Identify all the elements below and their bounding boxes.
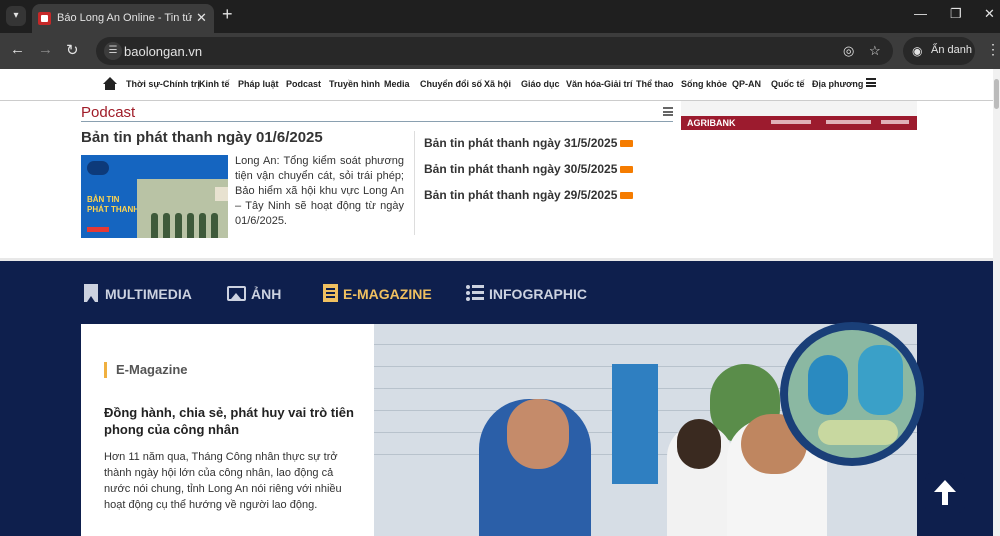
plus-icon[interactable]: + [222,4,233,25]
hamburger-menu-icon[interactable] [866,78,876,87]
tab-photo[interactable]: ẢNH [251,286,281,302]
nav-item[interactable]: Địa phương [812,79,863,89]
banner-sign [612,364,658,484]
star-icon[interactable]: ☆ [869,43,881,59]
ad-logo: AGRIBANK [687,118,736,128]
close-icon[interactable]: ✕ [196,10,207,26]
nav-item[interactable]: Quốc tế [771,79,805,89]
scrollbar-thumb[interactable] [994,79,999,109]
tab-emagazine[interactable]: E-MAGAZINE [343,286,432,302]
new-badge-icon [620,192,634,200]
magazine-icon [323,284,338,302]
scroll-to-top-button[interactable] [925,473,965,513]
page-scrollbar[interactable] [993,69,1000,536]
divider [414,131,415,235]
podcast-thumbnail[interactable]: BẢN TIN PHÁT THANH [81,155,228,238]
infographic-icon [466,285,484,301]
inset-photo [788,330,916,458]
home-icon[interactable] [103,77,117,91]
restore-icon[interactable]: ❐ [950,6,962,22]
list-item-label[interactable]: Bản tin phát thanh ngày 29/5/2025 [424,188,617,202]
image-icon [227,286,246,301]
nav-item[interactable]: Văn hóa-Giải trí [566,79,633,89]
section-title[interactable]: Podcast [81,104,135,121]
person-head [507,399,569,469]
menu-icon[interactable] [663,107,673,116]
nav-item[interactable]: Thời sự-Chính trị [126,79,200,89]
podcast-description: Long An: Tổng kiểm soát phương tiện vận … [235,155,404,227]
new-badge-icon [620,140,634,148]
bookmark-icon [84,284,98,302]
web-page: Thời sự-Chính trị Kinh tế Pháp luật Podc… [0,69,1000,536]
minimize-icon[interactable]: — [914,6,927,21]
nav-item[interactable]: Pháp luật [238,79,279,89]
window-close-icon[interactable]: ✕ [984,6,995,22]
nav-item[interactable]: Truyền hình [329,79,380,89]
tab-infographic[interactable]: INFOGRAPHIC [489,286,587,302]
browser-chrome: ▾ Báo Long An Online - Tin tức Lo ✕ + — … [0,0,1000,69]
kebab-menu-icon[interactable]: ⋮ [986,41,1000,58]
nav-item[interactable]: Podcast [286,79,321,89]
nav-item[interactable]: Thể thao [636,79,674,89]
tab-search-icon[interactable]: ▾ [6,6,26,26]
tab-title: Báo Long An Online - Tin tức Lo [57,12,192,24]
ad-banner[interactable]: AGRIBANK [681,101,917,130]
reload-icon[interactable]: ↻ [66,41,79,59]
nav-item[interactable]: QP-AN [732,79,761,89]
browser-toolbar: ← → ↻ ☰ baolongan.vn ◎ ☆ ◉ Ẩn danh ⋮ [0,33,1000,69]
tab-multimedia[interactable]: MULTIMEDIA [105,286,192,302]
nav-item[interactable]: Kinh tế [199,79,230,89]
incognito-button[interactable]: ◉ Ẩn danh [903,37,975,65]
incognito-label: Ẩn danh [931,44,972,56]
emagazine-tag: E-Magazine [104,362,188,378]
back-icon[interactable]: ← [10,41,25,58]
podcast-list-item[interactable]: Bản tin phát thanh ngày 31/5/2025 [424,136,634,150]
nav-item[interactable]: Sống khỏe [681,79,727,89]
podcast-main-title[interactable]: Bản tin phát thanh ngày 01/6/2025 [81,129,323,146]
nav-item[interactable]: Giáo dục [521,79,560,89]
url-text[interactable]: baolongan.vn [124,44,202,59]
browser-tab[interactable]: Báo Long An Online - Tin tức Lo ✕ [32,4,214,33]
site-info-icon[interactable]: ☰ [104,42,122,60]
nav-item[interactable]: Xã hội [484,79,511,89]
address-bar[interactable]: ☰ baolongan.vn ◎ ☆ [96,37,893,65]
incognito-icon: ◉ [912,44,923,58]
main-navigation: Thời sự-Chính trị Kinh tế Pháp luật Podc… [0,69,1000,101]
thumb-red-bar [87,227,109,232]
thumb-text: BẢN TIN [87,195,120,204]
person-head [677,419,721,469]
thumb-text: PHÁT THANH [87,205,139,214]
forward-icon[interactable]: → [38,41,53,58]
podcast-list-item[interactable]: Bản tin phát thanh ngày 29/5/2025 [424,188,634,202]
eye-off-icon[interactable]: ◎ [843,43,854,59]
favicon [38,12,51,25]
nav-item[interactable]: Chuyển đổi số [420,79,482,89]
list-item-label[interactable]: Bản tin phát thanh ngày 30/5/2025 [424,162,617,176]
emagazine-description: Hơn 11 năm qua, Tháng Công nhân thực sự … [104,451,342,511]
list-item-label[interactable]: Bản tin phát thanh ngày 31/5/2025 [424,136,617,150]
emagazine-title[interactable]: Đồng hành, chia sẻ, phát huy vai trò tiê… [104,404,354,438]
new-badge-icon [620,166,634,174]
emagazine-card[interactable]: E-Magazine Đồng hành, chia sẻ, phát huy … [81,324,374,536]
nav-item[interactable]: Media [384,79,410,89]
logo-badge [87,161,109,175]
tab-bar: ▾ Báo Long An Online - Tin tức Lo ✕ + — … [0,0,1000,33]
thumb-photo [137,179,228,238]
inset-photo-circle [780,322,924,466]
podcast-header: Podcast [81,103,673,122]
podcast-list-item[interactable]: Bản tin phát thanh ngày 30/5/2025 [424,162,634,176]
